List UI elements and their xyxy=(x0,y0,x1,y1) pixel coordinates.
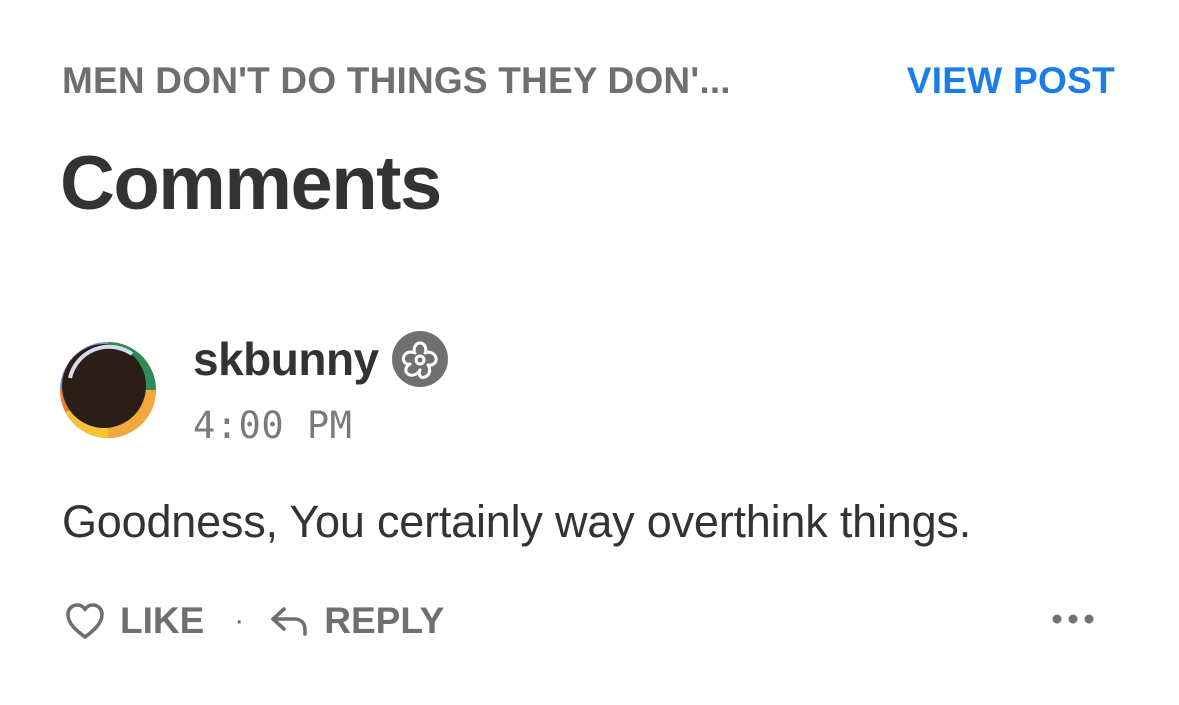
more-options-icon[interactable] xyxy=(1051,612,1095,630)
action-separator: · xyxy=(234,604,245,637)
like-button[interactable]: LIKE xyxy=(64,600,204,642)
avatar[interactable] xyxy=(58,340,158,440)
reply-button[interactable]: REPLY xyxy=(268,600,444,642)
reply-label: REPLY xyxy=(324,600,445,641)
heart-icon xyxy=(64,601,106,641)
top-bar: MEN DON'T DO THINGS THEY DON'... VIEW PO… xyxy=(62,56,1115,106)
comment-meta: skbunny 4:00 PM xyxy=(193,330,449,447)
like-label: LIKE xyxy=(120,600,205,641)
reply-arrow-icon xyxy=(268,603,310,639)
comment-body: Goodness, You certainly way overthink th… xyxy=(62,496,972,547)
comments-heading: Comments xyxy=(60,141,442,226)
comment-actions: LIKE · REPLY xyxy=(64,596,1095,646)
post-title: MEN DON'T DO THINGS THEY DON'... xyxy=(62,60,731,101)
username-row: skbunny xyxy=(193,330,449,388)
view-post-link[interactable]: VIEW POST xyxy=(907,60,1115,102)
flower-badge-icon xyxy=(391,330,449,388)
username[interactable]: skbunny xyxy=(193,332,379,386)
comment-timestamp: 4:00 PM xyxy=(193,404,353,447)
